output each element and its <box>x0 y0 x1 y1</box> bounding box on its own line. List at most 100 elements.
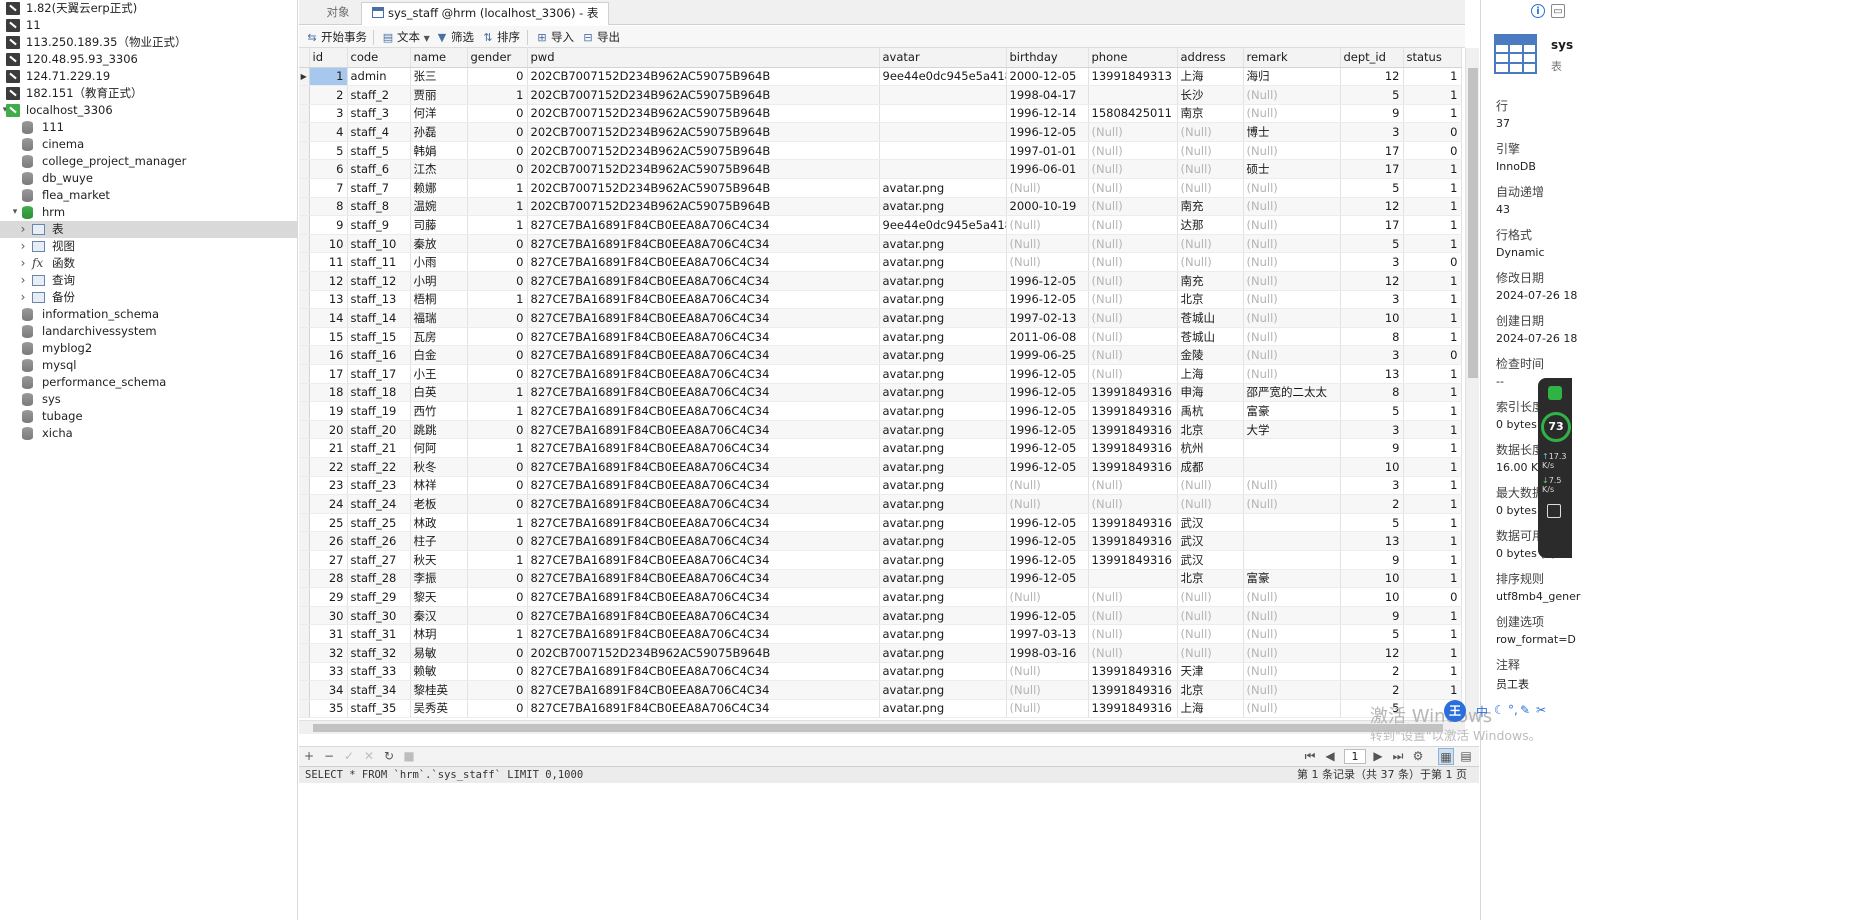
delete-record-button[interactable]: − <box>321 748 337 765</box>
cell-status[interactable]: 1 <box>1403 67 1462 87</box>
cell-remark[interactable]: (Null) <box>1243 643 1341 663</box>
cell-gender[interactable]: 0 <box>467 587 528 607</box>
table-row[interactable]: 19 staff_19 西竹 1 827CE7BA16891F84CB0EEA8A706… <box>299 401 1462 421</box>
cell-name[interactable]: 老板 <box>410 494 468 514</box>
cell-status[interactable]: 1 <box>1403 197 1462 217</box>
cell-dept_id[interactable]: 13 <box>1340 364 1404 384</box>
cell-gender[interactable]: 0 <box>467 271 528 291</box>
cell-phone[interactable]: (Null) <box>1088 606 1178 626</box>
cell-code[interactable]: staff_23 <box>347 476 411 496</box>
cell-dept_id[interactable]: 5 <box>1340 234 1404 254</box>
cell-status[interactable]: 1 <box>1403 531 1462 551</box>
table-row[interactable]: 35 staff_35 吴秀英 0 827CE7BA16891F84CB0EEA8A70… <box>299 699 1462 719</box>
cell-phone[interactable]: 13991849316 <box>1088 699 1178 719</box>
cell-dept_id[interactable]: 5 <box>1340 401 1404 421</box>
cell-avatar[interactable]: avatar.png <box>879 383 1007 403</box>
cell-phone[interactable]: (Null) <box>1088 159 1178 180</box>
cell-address[interactable]: 金陵 <box>1177 345 1244 365</box>
column-header-dept_id[interactable]: dept_id <box>1340 48 1404 68</box>
scrollbar-thumb[interactable] <box>1468 68 1478 378</box>
row-marker[interactable] <box>299 364 310 384</box>
cell-status[interactable]: 1 <box>1403 438 1462 458</box>
table-row[interactable]: 23 staff_23 林祥 0 827CE7BA16891F84CB0EEA8A706… <box>299 476 1462 496</box>
cell-avatar[interactable]: avatar.png <box>879 550 1007 570</box>
cell-id[interactable]: 18 <box>309 383 348 403</box>
cell-avatar[interactable] <box>879 85 1007 105</box>
cell-phone[interactable] <box>1088 569 1178 589</box>
cell-phone[interactable]: (Null) <box>1088 327 1178 347</box>
previous-page-button[interactable]: ◀ <box>1322 748 1338 765</box>
cell-birthday[interactable]: 1996-12-05 <box>1006 457 1089 477</box>
cell-address[interactable]: (Null) <box>1177 159 1244 180</box>
cell-dept_id[interactable]: 3 <box>1340 290 1404 310</box>
cell-gender[interactable]: 0 <box>467 662 528 682</box>
cell-status[interactable]: 1 <box>1403 606 1462 626</box>
cell-remark[interactable]: (Null) <box>1243 327 1341 347</box>
cell-remark[interactable]: (Null) <box>1243 271 1341 291</box>
cell-dept_id[interactable]: 5 <box>1340 624 1404 644</box>
cell-code[interactable]: staff_8 <box>347 197 411 217</box>
cell-phone[interactable]: 13991849316 <box>1088 513 1178 533</box>
cell-name[interactable]: 温婉 <box>410 197 468 217</box>
cell-birthday[interactable]: 1999-06-25 <box>1006 345 1089 365</box>
cell-name[interactable]: 赖敏 <box>410 662 468 682</box>
cell-dept_id[interactable]: 2 <box>1340 680 1404 700</box>
table-row[interactable]: 2 staff_2 贾丽 1 202CB7007152D234B962AC59075B9… <box>299 85 1462 105</box>
table-row[interactable]: 24 staff_24 老板 0 827CE7BA16891F84CB0EEA8A706… <box>299 494 1462 514</box>
cell-code[interactable]: staff_31 <box>347 624 411 644</box>
tree-item[interactable]: › 备份 <box>0 289 297 306</box>
cell-dept_id[interactable]: 9 <box>1340 438 1404 458</box>
add-record-button[interactable]: + <box>301 748 317 765</box>
cell-phone[interactable]: (Null) <box>1088 624 1178 644</box>
cell-pwd[interactable]: 827CE7BA16891F84CB0EEA8A706C4C34 <box>527 587 880 607</box>
row-marker[interactable] <box>299 290 310 310</box>
cell-status[interactable]: 1 <box>1403 513 1462 533</box>
cell-remark[interactable]: (Null) <box>1243 290 1341 310</box>
cell-dept_id[interactable]: 3 <box>1340 420 1404 440</box>
cell-phone[interactable]: 13991849316 <box>1088 531 1178 551</box>
cell-phone[interactable]: (Null) <box>1088 643 1178 663</box>
tree-item[interactable]: 1.82(天翼云erp正式) <box>0 0 297 17</box>
cell-phone[interactable]: (Null) <box>1088 122 1178 142</box>
cell-birthday[interactable]: 1996-12-05 <box>1006 569 1089 589</box>
filter-button[interactable]: ▼ 筛选 <box>435 29 474 46</box>
cell-dept_id[interactable]: 8 <box>1340 383 1404 403</box>
column-header-status[interactable]: status <box>1403 48 1462 68</box>
cell-name[interactable]: 张三 <box>410 67 468 87</box>
table-row[interactable]: 30 staff_30 秦汉 0 827CE7BA16891F84CB0EEA8A706… <box>299 606 1462 626</box>
cell-id[interactable]: 13 <box>309 290 348 310</box>
cell-id[interactable]: 9 <box>309 215 348 235</box>
cell-remark[interactable]: (Null) <box>1243 197 1341 217</box>
cell-status[interactable]: 1 <box>1403 494 1462 514</box>
cell-dept_id[interactable]: 12 <box>1340 67 1404 87</box>
cell-phone[interactable]: 15808425011 <box>1088 104 1178 124</box>
cell-name[interactable]: 林祥 <box>410 476 468 496</box>
cell-id[interactable]: 17 <box>309 364 348 384</box>
cell-remark[interactable]: 富豪 <box>1243 401 1341 421</box>
row-marker[interactable] <box>299 141 310 161</box>
cell-pwd[interactable]: 827CE7BA16891F84CB0EEA8A706C4C34 <box>527 699 880 719</box>
cell-code[interactable]: staff_9 <box>347 215 411 235</box>
tree-item[interactable]: 11 <box>0 17 297 34</box>
tab-sys-staff[interactable]: sys_staff @hrm (localhost_3306) - 表 <box>361 2 610 25</box>
cell-birthday[interactable]: (Null) <box>1006 699 1089 719</box>
cell-avatar[interactable]: avatar.png <box>879 662 1007 682</box>
cell-address[interactable]: 南充 <box>1177 271 1244 291</box>
cell-remark[interactable]: (Null) <box>1243 141 1341 161</box>
cell-name[interactable]: 白英 <box>410 383 468 403</box>
row-marker[interactable] <box>299 680 310 700</box>
row-marker[interactable] <box>299 420 310 440</box>
cell-dept_id[interactable]: 17 <box>1340 159 1404 180</box>
cell-status[interactable]: 0 <box>1403 345 1462 365</box>
row-marker[interactable] <box>299 197 310 217</box>
cell-code[interactable]: staff_16 <box>347 345 411 365</box>
cell-gender[interactable]: 1 <box>467 513 528 533</box>
row-marker[interactable] <box>299 643 310 663</box>
cell-status[interactable]: 1 <box>1403 234 1462 254</box>
cell-remark[interactable]: (Null) <box>1243 178 1341 198</box>
tree-item[interactable]: db_wuye <box>0 170 297 187</box>
cell-address[interactable]: (Null) <box>1177 476 1244 496</box>
cell-birthday[interactable]: 1996-12-05 <box>1006 513 1089 533</box>
cell-id[interactable]: 29 <box>309 587 348 607</box>
table-row[interactable]: 22 staff_22 秋冬 0 827CE7BA16891F84CB0EEA8A706… <box>299 457 1462 477</box>
